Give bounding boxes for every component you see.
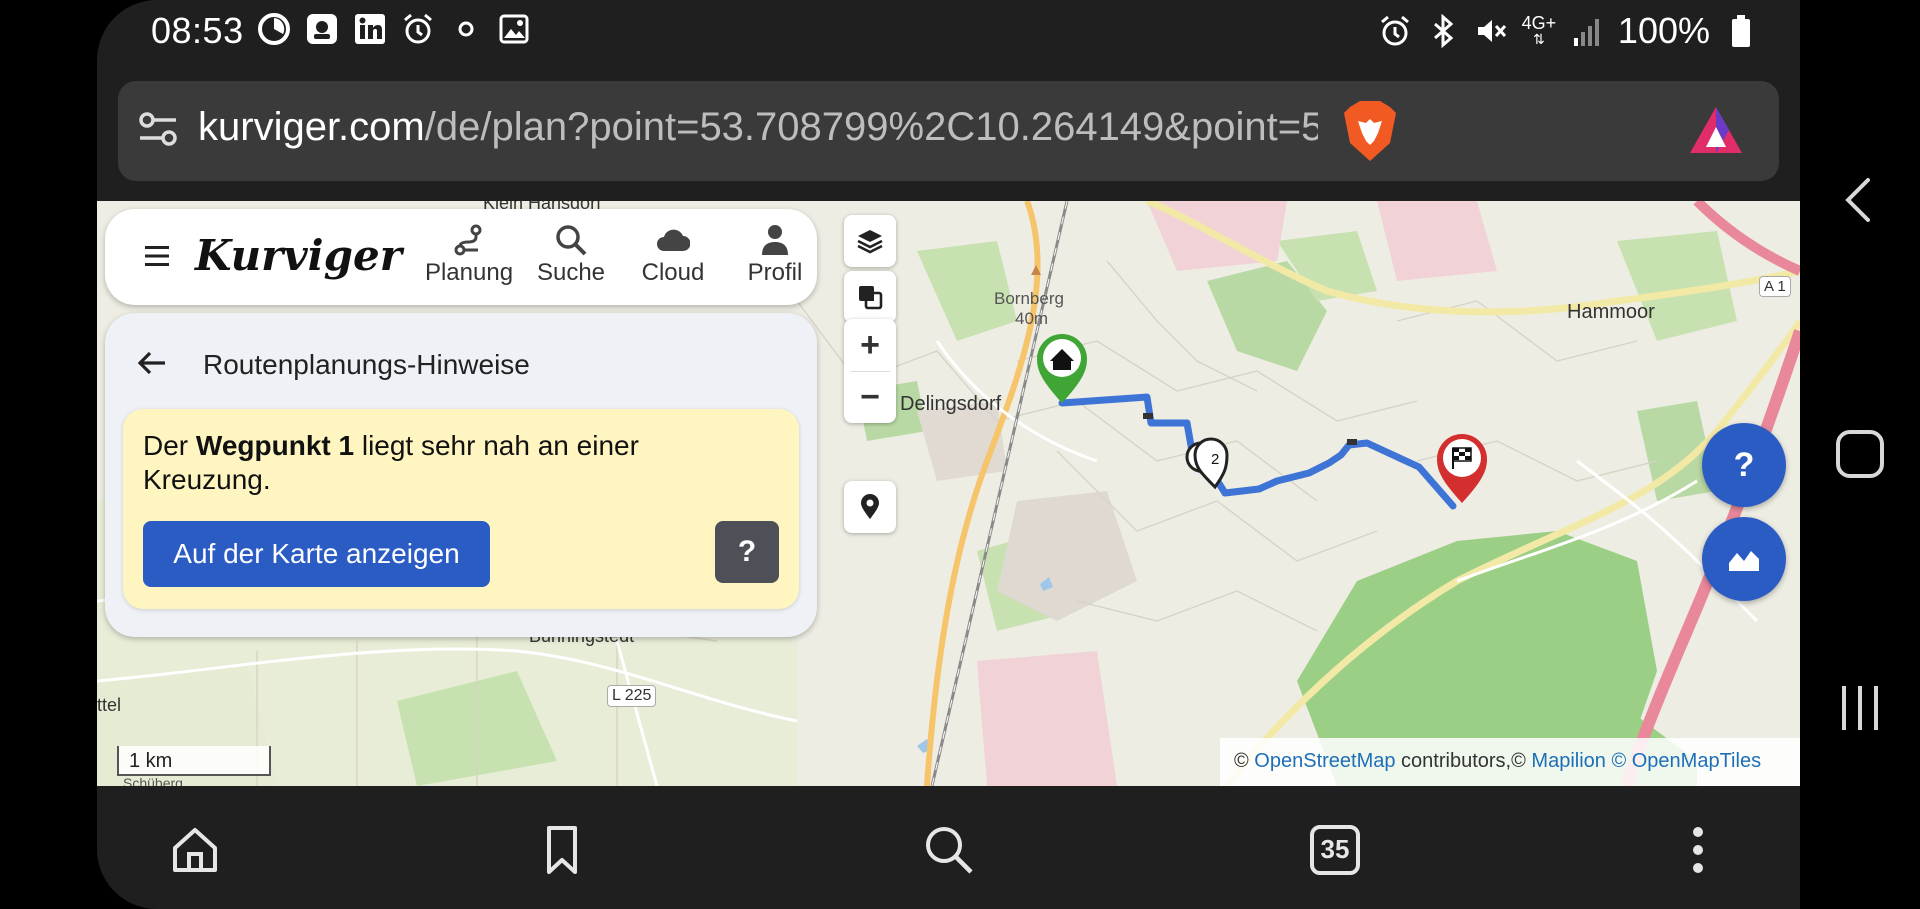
route-icon — [454, 224, 482, 256]
back-icon[interactable] — [1832, 172, 1888, 228]
waypoint-notice: Der Wegpunkt 1 liegt sehr nah an einer K… — [123, 409, 799, 609]
bookmark-icon[interactable] — [534, 822, 590, 878]
overlay-icon — [859, 286, 883, 310]
zoom-in-button[interactable]: + — [844, 319, 896, 371]
mute-icon — [1474, 14, 1508, 48]
home-icon[interactable] — [167, 822, 223, 878]
place-label: Hammoor — [1567, 301, 1655, 323]
url-path: /de/plan?point=53.708799%2C10.264149&poi… — [424, 105, 1318, 149]
routing-hints-panel: Routenplanungs-Hinweise Der Wegpunkt 1 l… — [105, 313, 817, 637]
help-fab[interactable]: ? — [1702, 423, 1786, 507]
search-icon[interactable] — [921, 822, 977, 878]
elevation-fab[interactable] — [1702, 517, 1786, 601]
zoom-out-button[interactable]: − — [844, 371, 896, 423]
nav-label: Profil — [747, 259, 803, 286]
elevation-chart-icon — [1729, 551, 1759, 571]
url-host: kurviger.com — [198, 105, 425, 149]
waypoint-label: 2 — [1211, 451, 1219, 468]
scale-bar: 1 km — [117, 746, 271, 776]
system-icons: 4G+ ⇅ 100% — [1378, 10, 1758, 52]
alarm-icon — [401, 12, 435, 46]
notice-message: Der Wegpunkt 1 liegt sehr nah an einer K… — [143, 429, 743, 497]
mapilion-link[interactable]: Mapilion — [1531, 750, 1605, 772]
nav-label: Suche — [536, 259, 606, 286]
url-text[interactable]: kurviger.com/de/plan?point=53.708799%2C1… — [198, 105, 1318, 157]
notification-icons — [257, 12, 531, 46]
network-type: 4G+ — [1521, 13, 1557, 33]
peak-elevation: 40m — [1015, 309, 1049, 328]
road-shield: L 225 — [607, 685, 657, 707]
linkedin-icon — [353, 12, 387, 46]
battery-icon — [1724, 14, 1758, 48]
cloud-icon — [657, 229, 690, 251]
nav-label: Planung — [424, 259, 514, 286]
notice-help-button[interactable]: ? — [715, 521, 779, 583]
zoom-control: + − — [844, 319, 896, 423]
kurviger-logo[interactable]: Kurviger — [195, 231, 402, 280]
location-pin-icon — [861, 493, 879, 519]
bluetooth-icon — [1426, 14, 1460, 48]
tab-count: 35 — [1320, 834, 1350, 864]
brave-rewards-icon[interactable] — [1686, 103, 1746, 159]
show-on-map-button[interactable]: Auf der Karte anzeigen — [143, 521, 490, 587]
browser-bottom-bar: 35 — [97, 786, 1800, 909]
road-shield: A 1 — [1759, 276, 1791, 297]
tabs-icon[interactable]: 35 — [1307, 822, 1363, 878]
panel-title: Routenplanungs-Hinweise — [203, 349, 530, 380]
notice-text: Der — [143, 430, 196, 461]
layers-icon — [857, 230, 883, 254]
search-icon — [556, 225, 587, 256]
person-icon — [762, 225, 788, 255]
place-label: Delingsdorf — [900, 393, 1002, 415]
timer-icon — [257, 12, 291, 46]
attribution-text: © — [1234, 750, 1255, 772]
place-label: Schüberg — [123, 775, 183, 786]
status-bar: 08:53 4G+ ⇅ 100% — [97, 0, 1800, 60]
main-nav: Planung Suche Cloud Profil — [424, 223, 817, 287]
address-bar[interactable]: kurviger.com/de/plan?point=53.708799%2C1… — [118, 81, 1779, 181]
openmaptiles-link[interactable]: © OpenMapTiles — [1611, 750, 1761, 772]
site-settings-icon[interactable] — [136, 107, 180, 151]
recents-icon[interactable] — [1832, 680, 1888, 736]
nav-suche[interactable]: Suche — [529, 223, 613, 287]
nav-label: Cloud — [641, 259, 705, 286]
attribution-text: contributors,© — [1395, 750, 1532, 772]
nav-planung[interactable]: Planung — [424, 223, 514, 287]
gallery-icon — [497, 12, 531, 46]
layers-button[interactable] — [844, 215, 896, 267]
locate-button[interactable] — [844, 481, 896, 533]
peak-label: Bornberg — [994, 289, 1064, 308]
more-icon[interactable] — [1670, 822, 1726, 878]
map-attribution: © OpenStreetMap contributors,© Mapilion … — [1220, 738, 1800, 786]
osm-link[interactable]: OpenStreetMap — [1254, 750, 1395, 772]
menu-icon[interactable] — [145, 245, 169, 267]
signal-icon — [1570, 14, 1604, 48]
home-button-icon[interactable] — [1832, 426, 1888, 482]
overlay-button[interactable] — [844, 271, 896, 323]
network-icon: 4G+ ⇅ — [1521, 13, 1557, 48]
nav-cloud[interactable]: Cloud — [631, 223, 715, 287]
back-arrow-icon[interactable] — [137, 351, 167, 375]
clock: 08:53 — [151, 10, 244, 51]
dot-icon — [449, 12, 483, 46]
bereal-icon — [305, 12, 339, 46]
notice-waypoint: Wegpunkt 1 — [195, 430, 355, 461]
battery-percent: 100% — [1617, 10, 1710, 51]
phone-screen: 08:53 4G+ ⇅ 100% kurviger.com/de/plan?po… — [97, 0, 1800, 909]
system-navigation — [1800, 0, 1920, 909]
nav-profil[interactable]: Profil — [733, 223, 817, 287]
data-arrows: ⇅ — [1533, 31, 1545, 47]
map-view[interactable]: 2 Klein Hansdorf Bornberg 40m Delingsdor… — [97, 201, 1800, 786]
place-label: ttel — [97, 695, 122, 715]
alarm-icon — [1378, 14, 1412, 48]
brave-shields-icon[interactable] — [1340, 99, 1400, 163]
app-header: Kurviger Planung Suche Cloud Profil — [105, 209, 817, 305]
